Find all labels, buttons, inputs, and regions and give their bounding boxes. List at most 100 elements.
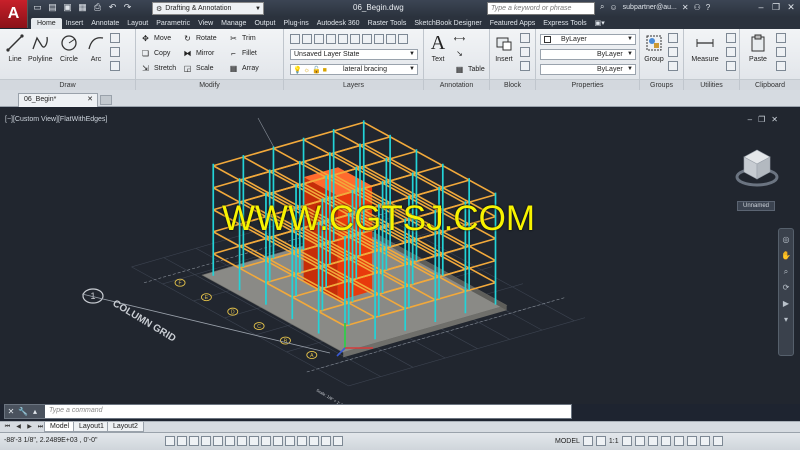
copy-clip-icon[interactable] <box>776 47 786 57</box>
new-icon[interactable]: ▭ <box>32 2 43 13</box>
model-space-toggle[interactable]: MODEL <box>555 438 580 445</box>
showmotion-icon[interactable]: ▶ <box>781 299 791 309</box>
tab-layout2[interactable]: Layout2 <box>107 422 144 432</box>
edit-block-icon[interactable] <box>520 47 530 57</box>
isolate-objects-icon[interactable] <box>686 436 697 446</box>
copy-button[interactable]: ❏ Copy <box>140 48 170 59</box>
snap-mode-icon[interactable] <box>177 436 187 446</box>
circle-button[interactable]: Circle <box>57 32 81 63</box>
zoom-icon[interactable]: ⌕ <box>781 267 791 277</box>
application-menu-button[interactable]: A <box>0 0 28 28</box>
layer-isolate-icon[interactable] <box>314 34 324 44</box>
match-properties-icon[interactable] <box>776 61 786 71</box>
tab-model[interactable]: Model <box>44 422 76 432</box>
select-all-icon[interactable] <box>726 61 736 71</box>
binoculars-icon[interactable]: ⌕ <box>600 2 604 12</box>
insert-button[interactable]: Insert <box>492 32 516 63</box>
stretch-button[interactable]: ⇲ Stretch <box>140 63 176 74</box>
groups-panel-title[interactable]: Groups <box>640 79 683 90</box>
open-icon[interactable]: ▤ <box>47 2 58 13</box>
layer-previous-icon[interactable] <box>362 34 372 44</box>
selection-cycling-icon[interactable] <box>321 436 331 446</box>
dynamic-input-icon[interactable] <box>273 436 283 446</box>
tab-plug-ins[interactable]: Plug-ins <box>279 18 312 29</box>
exchange-icon[interactable]: ✕ <box>682 3 689 12</box>
utilities-panel-title[interactable]: Utilities <box>684 79 739 90</box>
object-snap-icon[interactable] <box>225 436 235 446</box>
modify-panel-title[interactable]: Modify <box>136 79 283 90</box>
color-select[interactable]: ByLayer ▼ <box>540 34 636 45</box>
clean-screen-icon[interactable] <box>712 436 723 446</box>
array-button[interactable]: ▦ Array <box>228 63 259 74</box>
cut-icon[interactable] <box>776 33 786 43</box>
annotation-scale[interactable]: 1:1 <box>609 438 619 445</box>
grid-display-icon[interactable] <box>189 436 199 446</box>
status-bar-menu-icon[interactable] <box>699 436 710 446</box>
chevron-up-icon[interactable]: ▴ <box>29 407 41 416</box>
tab-manage[interactable]: Manage <box>217 18 250 29</box>
quick-view-layouts-icon[interactable] <box>582 436 593 446</box>
pan-icon[interactable]: ✋ <box>781 251 791 261</box>
workspace-switching-icon[interactable] <box>647 436 658 446</box>
dimension-button[interactable]: ⟷ <box>454 33 468 44</box>
command-input[interactable]: Type a command <box>45 405 571 418</box>
tab-raster-tools[interactable]: Raster Tools <box>364 18 411 29</box>
restore-icon[interactable]: ❐ <box>769 1 783 14</box>
table-button[interactable]: ▦ Table <box>454 64 485 75</box>
user-icon[interactable]: ☺ <box>609 3 617 12</box>
leader-button[interactable]: ↘ <box>454 48 468 59</box>
ungroup-icon[interactable] <box>668 33 678 43</box>
trim-button[interactable]: ✂ Trim <box>228 33 256 44</box>
arc-button[interactable]: Arc <box>84 32 108 63</box>
help-icon[interactable]: ? <box>706 3 710 12</box>
infer-constraints-icon[interactable] <box>165 436 175 446</box>
scale-button[interactable]: ◲ Scale <box>182 63 214 74</box>
properties-panel-title[interactable]: Properties <box>536 79 639 90</box>
block-panel-title[interactable]: Block <box>490 79 535 90</box>
workspace-switcher[interactable]: ⚙ Drafting & Annotation ▼ <box>152 2 264 15</box>
quick-select-icon[interactable] <box>726 33 736 43</box>
edit-attributes-icon[interactable] <box>520 61 530 71</box>
polyline-button[interactable]: Polyline <box>28 32 53 63</box>
polar-tracking-icon[interactable] <box>213 436 223 446</box>
linetype-select[interactable]: ByLayer ▼ <box>540 49 636 60</box>
lineweight-icon[interactable] <box>285 436 295 446</box>
group-button[interactable]: Group <box>642 32 666 63</box>
redo-icon[interactable]: ↷ <box>122 2 133 13</box>
restore-icon[interactable]: ❐ <box>758 115 765 124</box>
tab-layout[interactable]: Layout <box>123 18 152 29</box>
toolbar-lock-icon[interactable] <box>660 436 671 446</box>
layer-walk-icon[interactable] <box>374 34 384 44</box>
layer-merge-icon[interactable] <box>386 34 396 44</box>
wrench-icon[interactable]: 🔧 <box>17 407 29 416</box>
viewport-controls-label[interactable]: [−][Custom View][FlatWithEdges] <box>5 116 107 123</box>
move-button[interactable]: ✥ Move <box>140 33 171 44</box>
group-select-icon[interactable] <box>668 61 678 71</box>
user-name[interactable]: subpartner@au... <box>623 4 677 11</box>
tab-view[interactable]: View <box>194 18 217 29</box>
next-tab-icon[interactable]: ▶ <box>25 423 34 431</box>
ortho-mode-icon[interactable] <box>201 436 211 446</box>
save-icon[interactable]: ▣ <box>62 2 73 13</box>
network-icon[interactable]: ⚇ <box>694 3 701 12</box>
text-button[interactable]: A Text <box>426 32 450 64</box>
prev-tab-icon[interactable]: ◀ <box>14 423 23 431</box>
steering-wheel-icon[interactable]: ◎ <box>781 235 791 245</box>
calculator-icon[interactable] <box>726 47 736 57</box>
transparency-icon[interactable] <box>297 436 307 446</box>
annotation-visibility-icon[interactable] <box>621 436 632 446</box>
lineweight-select[interactable]: ByLayer ▼ <box>540 64 636 75</box>
layer-delete-icon[interactable] <box>398 34 408 44</box>
line-button[interactable]: Line <box>3 32 27 63</box>
print-icon[interactable]: ⎙ <box>92 2 103 13</box>
group-edit-icon[interactable] <box>668 47 678 57</box>
clipboard-panel-title[interactable]: Clipboard <box>740 79 800 90</box>
draw-panel-title[interactable]: Draw <box>0 79 135 90</box>
close-icon[interactable]: ✕ <box>5 407 17 416</box>
search-input[interactable]: Type a keyword or phrase <box>487 2 595 15</box>
3d-object-snap-icon[interactable] <box>237 436 247 446</box>
close-icon[interactable]: ✕ <box>771 115 778 124</box>
save-as-icon[interactable]: ▦ <box>77 2 88 13</box>
navbar-options-icon[interactable]: ▾ <box>781 315 791 325</box>
dynamic-ucs-icon[interactable] <box>261 436 271 446</box>
